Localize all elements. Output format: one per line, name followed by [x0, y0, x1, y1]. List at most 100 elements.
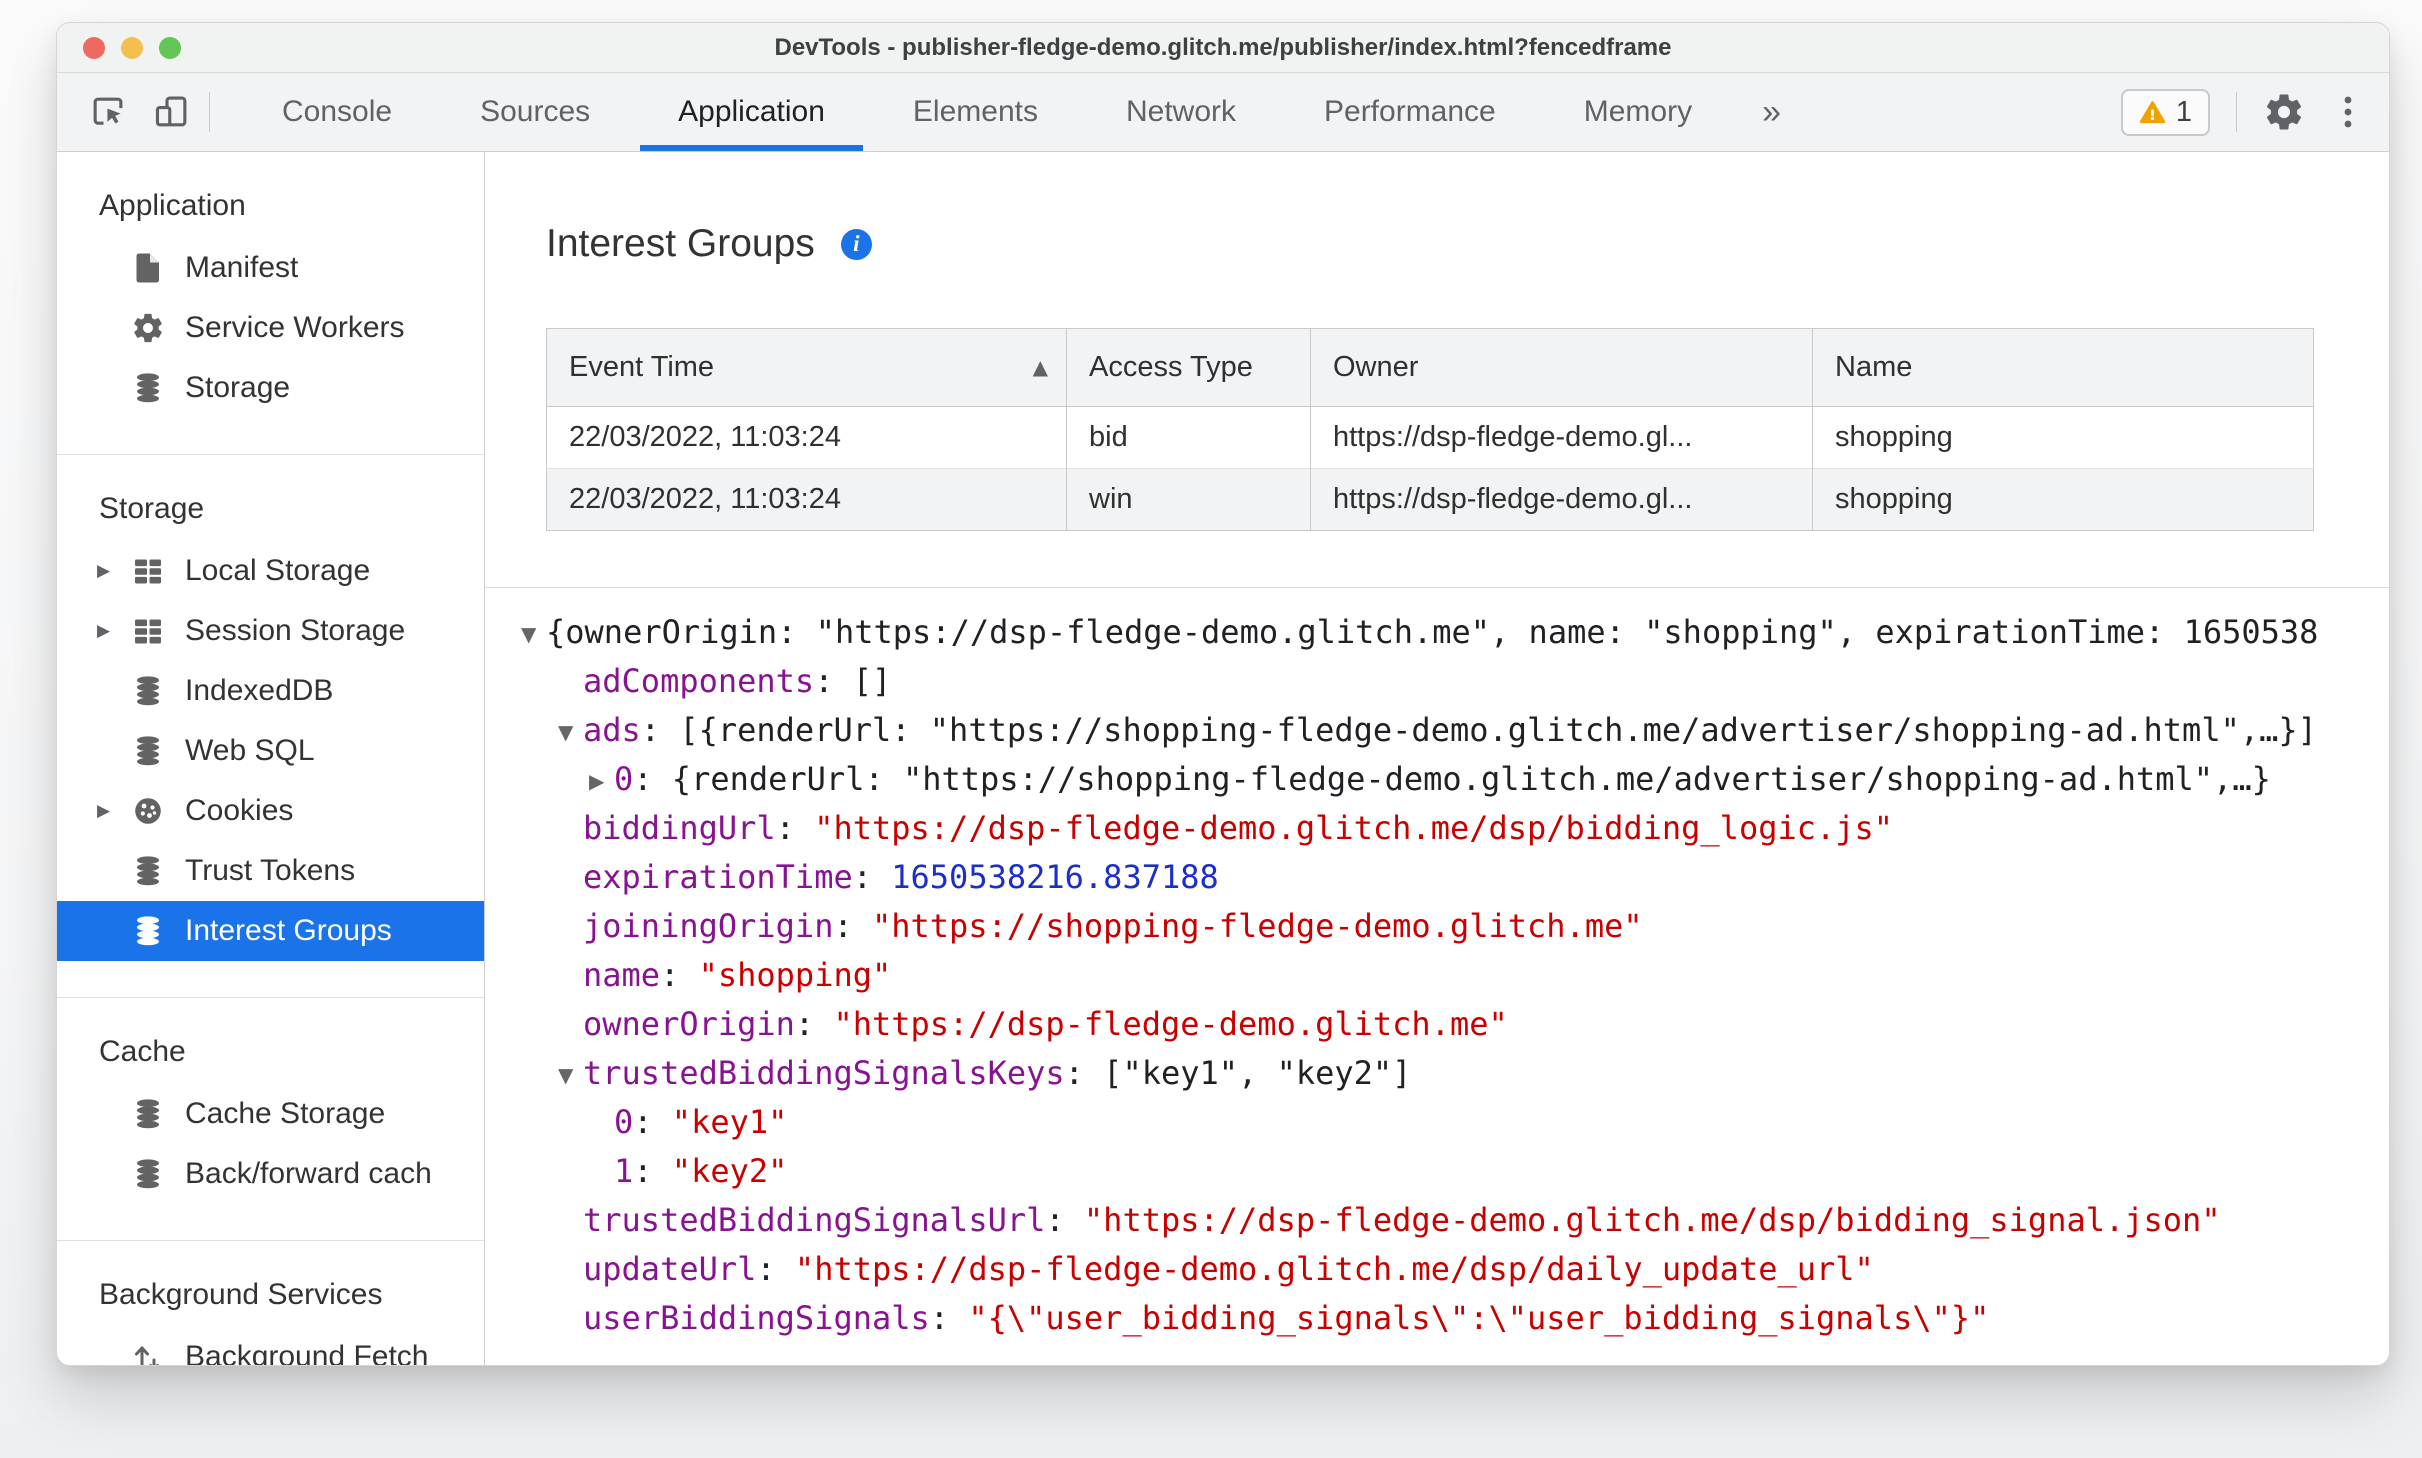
kebab-menu-icon[interactable] — [2331, 92, 2365, 132]
toolbar-separator — [2236, 92, 2237, 132]
sidebar-item-service-workers[interactable]: Service Workers — [57, 298, 484, 358]
column-header-name[interactable]: Name — [1812, 328, 2314, 407]
tab-console[interactable]: Console — [238, 73, 436, 151]
table-cell: https://dsp-fledge-demo.gl... — [1310, 468, 1813, 531]
tab-application[interactable]: Application — [634, 73, 869, 151]
table-row[interactable]: 22/03/2022, 11:03:24 win https://dsp-fledg… — [546, 468, 2314, 531]
tree-text-segment: "https://dsp-fledge-demo.glitch.me/dsp/b… — [1083, 1201, 2221, 1239]
tab-memory[interactable]: Memory — [1540, 73, 1736, 151]
more-tabs-chevron-icon[interactable]: » — [1736, 73, 1807, 151]
triangle-down-icon[interactable]: ▼ — [521, 610, 546, 659]
sidebar-item-label: Web SQL — [185, 734, 315, 767]
info-icon[interactable]: i — [840, 228, 872, 260]
table-row[interactable]: 22/03/2022, 11:03:24 bid https://dsp-fledg… — [547, 406, 2314, 469]
triangle-right-icon[interactable]: ▶ — [589, 757, 614, 806]
table-icon — [131, 554, 165, 588]
triangle-down-icon[interactable]: ▼ — [558, 1051, 583, 1100]
tree-text-segment: expirationTime — [583, 858, 853, 896]
expand-triangle-icon[interactable]: ▶ — [97, 561, 131, 581]
table-icon — [131, 614, 165, 648]
tree-text-segment: userBiddingSignals — [583, 1299, 930, 1337]
sidebar-item-label: Interest Groups — [185, 914, 392, 947]
tree-row: name: "shopping" — [485, 951, 2389, 1000]
sort-ascending-icon: ▲ — [1032, 354, 1048, 379]
tab-elements[interactable]: Elements — [869, 73, 1082, 151]
sidebar-item-label: Storage — [185, 371, 291, 404]
expand-triangle-icon[interactable]: ▶ — [97, 621, 131, 641]
sidebar-item-manifest[interactable]: Manifest — [57, 238, 484, 298]
application-sidebar: Application Manifest Service Workers Storag… — [57, 152, 485, 1365]
database-icon — [131, 854, 165, 888]
sidebar-item-trust-tokens[interactable]: Trust Tokens — [57, 841, 484, 901]
page-title: Interest Groups — [546, 222, 815, 265]
tree-text-segment: 1 — [614, 1152, 634, 1190]
interest-groups-panel: Interest Groups i Event Time ▲ Access Type… — [485, 152, 2389, 1365]
tree-row[interactable]: ▼ {ownerOrigin: "https://dsp-fledge-demo.… — [485, 608, 2389, 657]
cookie-icon — [131, 794, 165, 828]
table-cell: 22/03/2022, 11:03:24 — [569, 483, 841, 515]
sidebar-item-label: Background Fetch — [185, 1340, 429, 1365]
sidebar-item-interest-groups[interactable]: Interest Groups — [57, 901, 484, 961]
sidebar-item-local-storage[interactable]: ▶ Local Storage — [57, 541, 484, 601]
issues-warning-badge[interactable]: 1 — [2120, 88, 2210, 136]
devtools-toolbar: Console Sources Application Elements Network… — [57, 73, 2389, 152]
expand-triangle-icon[interactable]: ▶ — [97, 801, 131, 821]
tree-text-segment: : [{renderUrl: "https://shopping-fledge-… — [640, 711, 2317, 749]
tree-text-segment: ads — [583, 711, 641, 749]
sidebar-item-web-sql[interactable]: Web SQL — [57, 721, 484, 781]
tree-text-segment: 1650538216.837188 — [891, 858, 1219, 896]
sidebar-item-label: Manifest — [185, 251, 299, 284]
warning-icon — [2139, 100, 2165, 123]
tree-text-segment: 0 — [614, 1103, 634, 1141]
triangle-down-icon[interactable]: ▼ — [558, 708, 583, 757]
tab-performance[interactable]: Performance — [1280, 73, 1540, 151]
tree-text-segment: biddingUrl — [583, 809, 776, 847]
tree-text-segment: trustedBiddingSignalsKeys — [583, 1054, 1065, 1092]
tree-row: updateUrl: "https://dsp-fledge-demo.glit… — [485, 1245, 2389, 1294]
tree-row[interactable]: ▶ 0: {renderUrl: "https://shopping-fledge… — [485, 755, 2389, 804]
inspect-cursor-icon[interactable] — [89, 93, 127, 131]
sidebar-item-label: IndexedDB — [185, 674, 334, 707]
tab-sources[interactable]: Sources — [436, 73, 634, 151]
tree-text-segment: "https://dsp-fledge-demo.glitch.me" — [833, 1005, 1508, 1043]
column-header-owner[interactable]: Owner — [1310, 328, 1813, 407]
sidebar-item-back-forward-cach[interactable]: Back/forward cach — [57, 1144, 484, 1204]
panel-tabs: Console Sources Application Elements Network… — [238, 73, 1807, 151]
tab-network[interactable]: Network — [1082, 73, 1280, 151]
column-header-access-type[interactable]: Access Type — [1066, 328, 1311, 407]
tree-row: biddingUrl: "https://dsp-fledge-demo.gli… — [485, 804, 2389, 853]
tree-text-segment: adComponents — [583, 662, 815, 700]
sidebar-item-storage[interactable]: Storage — [57, 358, 484, 418]
tree-text-segment: "{\"user_bidding_signals\":\"user_biddin… — [968, 1299, 1990, 1337]
sidebar-item-background-fetch[interactable]: Background Fetch — [57, 1327, 484, 1365]
sidebar-item-indexeddb[interactable]: IndexedDB — [57, 661, 484, 721]
sidebar-item-cache-storage[interactable]: Cache Storage — [57, 1084, 484, 1144]
tree-text-segment: : — [852, 858, 892, 896]
column-header-event-time[interactable]: Event Time ▲ — [546, 328, 1067, 407]
table-cell: 22/03/2022, 11:03:24 — [569, 421, 841, 453]
tree-row[interactable]: ▼ trustedBiddingSignalsKeys: ["key1", "ke… — [485, 1049, 2389, 1098]
gear-icon[interactable] — [2263, 91, 2305, 133]
tree-row[interactable]: ▼ ads: [{renderUrl: "https://shopping-fle… — [485, 706, 2389, 755]
tree-text-segment: joiningOrigin — [583, 907, 834, 945]
sidebar-section-background-services: Background Services Background Fetch — [57, 1241, 484, 1365]
fetch-arrows-icon — [131, 1340, 165, 1365]
tree-text-segment: 0 — [614, 760, 634, 798]
device-toolbar-icon[interactable] — [153, 93, 191, 131]
sidebar-item-cookies[interactable]: ▶ Cookies — [57, 781, 484, 841]
tree-row: 1: "key2" — [485, 1147, 2389, 1196]
warning-count: 1 — [2175, 95, 2192, 128]
database-icon — [131, 1097, 165, 1131]
sidebar-item-label: Service Workers — [185, 311, 405, 344]
toolbar-right-cluster: 1 — [2120, 88, 2365, 136]
tree-row: trustedBiddingSignalsUrl: "https://dsp-f… — [485, 1196, 2389, 1245]
tree-row: 0: "key1" — [485, 1098, 2389, 1147]
sidebar-section-cache: Cache Cache Storage Back/forward cach — [57, 998, 484, 1241]
sidebar-item-session-storage[interactable]: ▶ Session Storage — [57, 601, 484, 661]
tree-text-segment: ownerOrigin — [583, 1005, 795, 1043]
table-cell: shopping — [1812, 468, 2314, 531]
toolbar-separator — [209, 92, 210, 132]
tree-text-segment: "https://dsp-fledge-demo.glitch.me/dsp/b… — [814, 809, 1894, 847]
tree-row: joiningOrigin: "https://shopping-fledge-… — [485, 902, 2389, 951]
database-icon — [131, 734, 165, 768]
